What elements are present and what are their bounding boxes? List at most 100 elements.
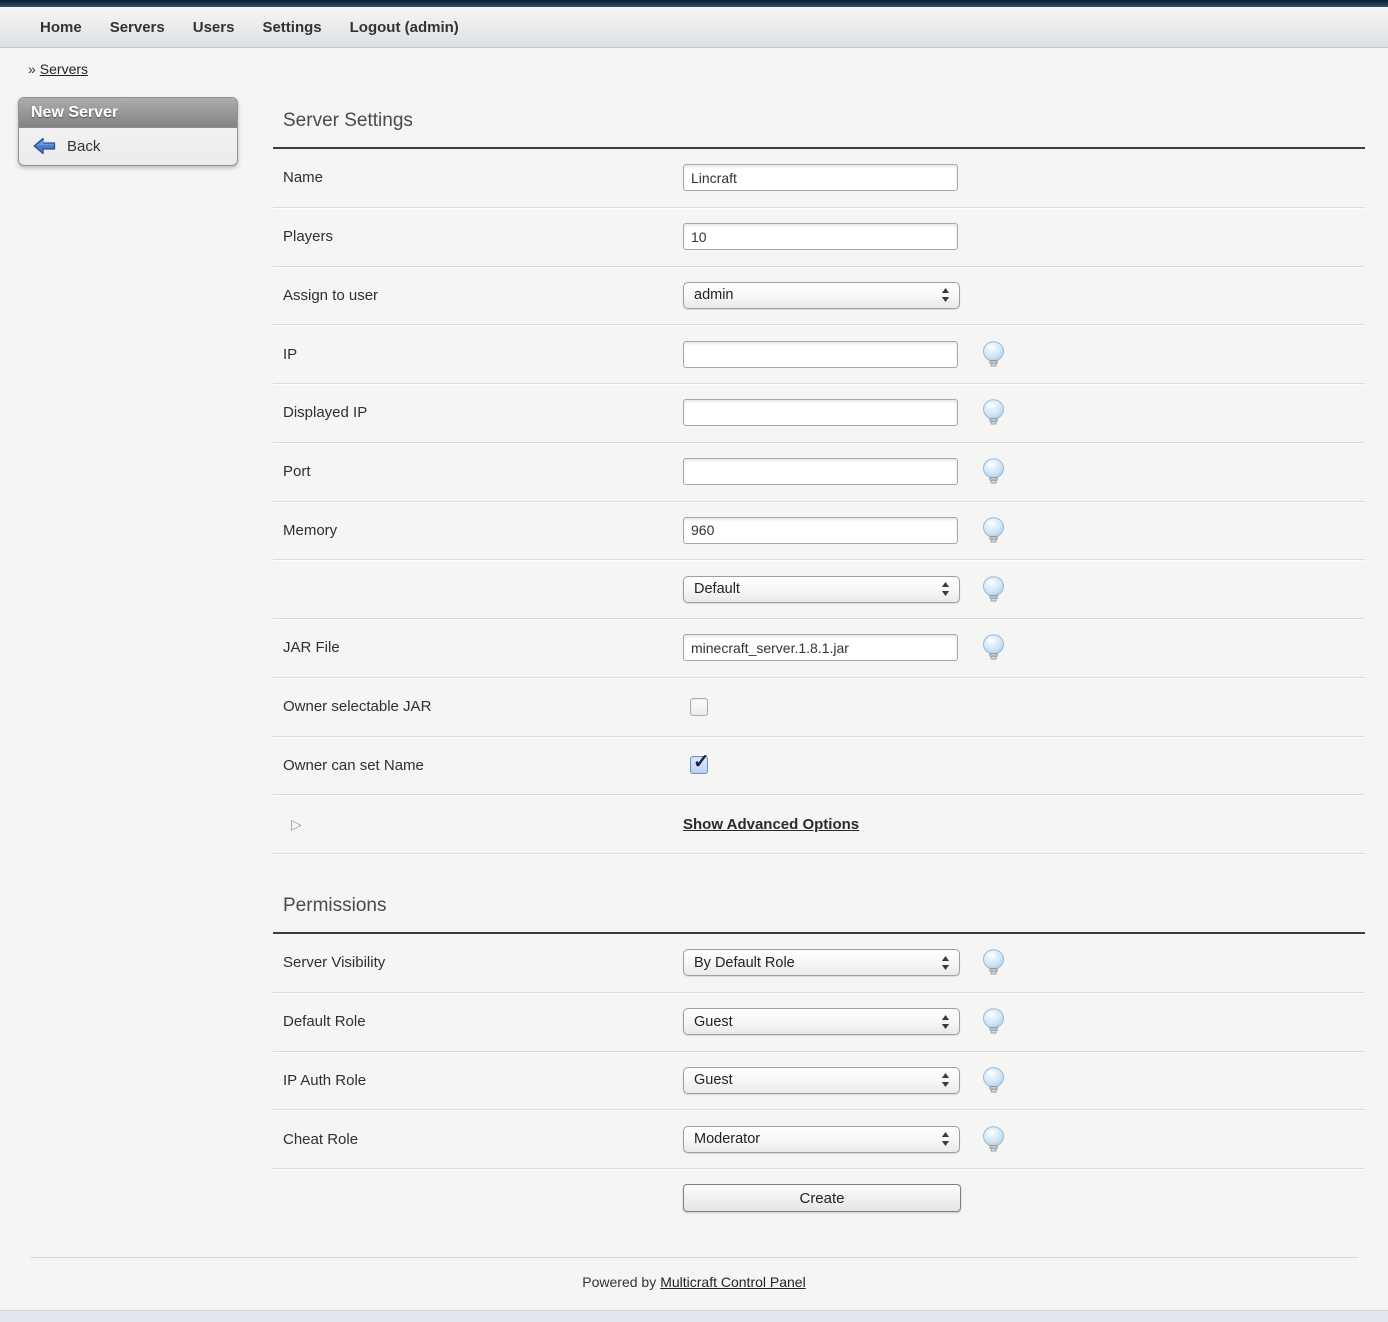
back-arrow-icon	[33, 137, 56, 155]
select-value: Guest	[694, 1072, 733, 1088]
create-button[interactable]: Create	[683, 1184, 961, 1212]
footer-divider	[30, 1257, 1358, 1258]
field-label-name: Name	[273, 169, 683, 186]
field-control	[683, 399, 966, 426]
expander-icon[interactable]: ▷	[283, 816, 302, 832]
help-bulb-icon[interactable]	[982, 634, 1005, 661]
field-control: Show Advanced Options	[683, 816, 966, 833]
show-advanced-options-link[interactable]: Show Advanced Options	[683, 816, 859, 833]
players-input[interactable]	[683, 223, 958, 250]
cheat-role-select[interactable]: Moderator	[683, 1126, 960, 1153]
form-row-ip-auth-role: IP Auth Role Guest	[273, 1052, 1365, 1111]
form-area: Server SettingsNamePlayersAssign to user…	[273, 97, 1365, 1228]
form-row-ip: IP	[273, 325, 1365, 384]
form-row-owner-selectable-jar: Owner selectable JAR✓	[273, 678, 1365, 737]
help-bulb-icon[interactable]	[982, 949, 1005, 976]
select-arrows-icon	[941, 581, 950, 597]
back-button-label: Back	[67, 138, 100, 155]
help-bulb-icon[interactable]	[982, 517, 1005, 544]
field-control	[683, 458, 966, 485]
form-row-show-advanced-options: ▷ Show Advanced Options	[273, 795, 1365, 854]
field-label-ip: IP	[273, 346, 683, 363]
navbar: Home Servers Users Settings Logout (admin)	[0, 7, 1388, 48]
field-control: Default	[683, 576, 966, 603]
back-button[interactable]: Back	[19, 128, 237, 165]
breadcrumb-marker: »	[28, 61, 36, 77]
footer-link-multicraft[interactable]: Multicraft Control Panel	[660, 1274, 806, 1290]
nav-item-home[interactable]: Home	[40, 19, 82, 36]
field-label-jar-file: JAR File	[273, 639, 683, 656]
select-value: By Default Role	[694, 955, 795, 971]
help-bulb-icon[interactable]	[982, 576, 1005, 603]
help-bulb-icon[interactable]	[982, 1067, 1005, 1094]
help-bulb-icon[interactable]	[982, 1008, 1005, 1035]
select-value: admin	[694, 287, 734, 303]
select-arrows-icon	[941, 955, 950, 971]
section-server-settings: Server SettingsNamePlayersAssign to user…	[273, 97, 1365, 854]
select-arrows-icon	[941, 1131, 950, 1147]
select-arrows-icon	[941, 1014, 950, 1030]
select-value: Guest	[694, 1014, 733, 1030]
owner-selectable-jar-checkbox[interactable]: ✓	[690, 698, 708, 716]
field-control: Create	[683, 1184, 966, 1212]
help-bulb-icon[interactable]	[982, 341, 1005, 368]
help-bulb-icon[interactable]	[982, 1126, 1005, 1153]
field-control: ✓	[683, 698, 966, 716]
nav-item-servers[interactable]: Servers	[110, 19, 165, 36]
footer: Powered byMulticraft Control Panel	[0, 1274, 1388, 1290]
sidebar-panel: New Server Back	[18, 97, 238, 166]
field-control: Guest	[683, 1008, 966, 1035]
section-permissions: Permissions Server Visibility By Default R…	[273, 882, 1365, 1228]
form-row-name: Name	[273, 149, 1365, 208]
field-control: ✓	[683, 756, 966, 774]
field-control	[683, 517, 966, 544]
displayed-ip-input[interactable]	[683, 399, 958, 426]
form-row-players: Players	[273, 208, 1365, 267]
default-select[interactable]: Default	[683, 576, 960, 603]
name-input[interactable]	[683, 164, 958, 191]
form-row-server-visibility: Server Visibility By Default Role	[273, 934, 1365, 993]
field-control	[683, 164, 966, 191]
jar-file-input[interactable]	[683, 634, 958, 661]
nav-item-users[interactable]: Users	[193, 19, 235, 36]
field-label-displayed-ip: Displayed IP	[273, 404, 683, 421]
form-row-default-role: Default Role Guest	[273, 993, 1365, 1052]
field-control: admin	[683, 282, 966, 309]
form-row-cheat-role: Cheat RoleModerator	[273, 1110, 1365, 1169]
select-value: Default	[694, 581, 740, 597]
ip-input[interactable]	[683, 341, 958, 368]
server-visibility-select[interactable]: By Default Role	[683, 949, 960, 976]
port-input[interactable]	[683, 458, 958, 485]
field-label-show-advanced-options: ▷	[273, 816, 683, 833]
field-control: By Default Role	[683, 949, 966, 976]
field-control: Moderator	[683, 1126, 966, 1153]
field-label-cheat-role: Cheat Role	[273, 1131, 683, 1148]
section-title: Server Settings	[273, 97, 1365, 147]
form-row-memory: Memory	[273, 502, 1365, 561]
memory-input[interactable]	[683, 517, 958, 544]
bottom-window-strip	[0, 1310, 1388, 1322]
field-label-default-role: Default Role	[273, 1013, 683, 1030]
breadcrumb: »Servers	[0, 48, 1388, 77]
breadcrumb-link-servers[interactable]: Servers	[40, 61, 88, 77]
field-label-server-visibility: Server Visibility	[273, 954, 683, 971]
owner-can-set-name-checkbox[interactable]: ✓	[690, 756, 708, 774]
form-row-port: Port	[273, 443, 1365, 502]
ip-auth-role-select[interactable]: Guest	[683, 1067, 960, 1094]
help-bulb-icon[interactable]	[982, 458, 1005, 485]
field-label-players: Players	[273, 228, 683, 245]
field-control	[683, 634, 966, 661]
select-arrows-icon	[941, 287, 950, 303]
default-role-select[interactable]: Guest	[683, 1008, 960, 1035]
form-row-owner-can-set-name: Owner can set Name ✓	[273, 737, 1365, 796]
field-label-owner-can-set-name: Owner can set Name	[273, 757, 683, 774]
section-title: Permissions	[273, 882, 1365, 932]
nav-item-settings[interactable]: Settings	[262, 19, 321, 36]
select-arrows-icon	[941, 1072, 950, 1088]
nav-item-logout-admin[interactable]: Logout (admin)	[350, 19, 459, 36]
help-bulb-icon[interactable]	[982, 399, 1005, 426]
field-label-port: Port	[273, 463, 683, 480]
assign-to-user-select[interactable]: admin	[683, 282, 960, 309]
form-row-default: Default	[273, 560, 1365, 619]
field-label-ip-auth-role: IP Auth Role	[273, 1072, 683, 1089]
